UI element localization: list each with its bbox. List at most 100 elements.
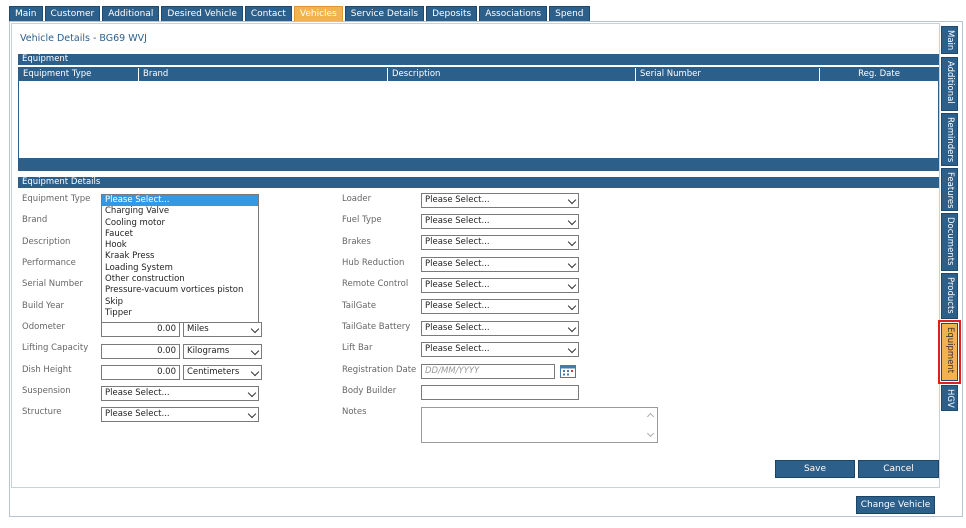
tab-associations[interactable]: Associations <box>479 6 548 21</box>
equipment-type-label: Equipment Type <box>22 194 91 204</box>
remote-control-select[interactable]: Please Select... <box>421 278 579 293</box>
fuel-type-label: Fuel Type <box>342 215 382 225</box>
notes-scrollbar[interactable] <box>645 408 657 442</box>
side-tab-hgv[interactable]: HGV <box>941 385 958 411</box>
dropdown-option[interactable]: Hook <box>102 240 258 251</box>
dish-height-unit-value: Centimeters <box>187 367 240 377</box>
save-button[interactable]: Save <box>775 460 855 478</box>
odometer-label: Odometer <box>22 322 65 332</box>
structure-select[interactable]: Please Select... <box>101 407 259 422</box>
lifting-capacity-label: Lifting Capacity <box>22 343 89 353</box>
equipment-grid-footer <box>19 158 938 170</box>
side-tab-features[interactable]: Features <box>941 168 958 211</box>
body-builder-label: Body Builder <box>342 386 397 396</box>
odometer-input[interactable]: 0.00 <box>101 322 180 337</box>
tailgate-label: TailGate <box>342 301 377 311</box>
dropdown-option[interactable]: Charging Valve <box>102 206 258 217</box>
top-tab-bar: Main Customer Additional Desired Vehicle… <box>9 6 592 21</box>
tab-desired-vehicle[interactable]: Desired Vehicle <box>161 6 243 21</box>
brakes-label: Brakes <box>342 237 371 247</box>
side-tab-documents[interactable]: Documents <box>941 213 958 271</box>
tab-main[interactable]: Main <box>9 6 43 21</box>
column-reg-date[interactable]: Reg. Date <box>820 68 938 81</box>
chevron-down-icon <box>567 280 577 290</box>
hub-reduction-value: Please Select... <box>425 259 490 269</box>
odometer-unit-select[interactable]: Miles <box>183 322 262 337</box>
tailgate-battery-label: TailGate Battery <box>342 322 411 332</box>
suspension-value: Please Select... <box>105 388 170 398</box>
body-builder-input[interactable] <box>421 385 579 400</box>
dropdown-option[interactable]: Cooling motor <box>102 218 258 229</box>
chevron-down-icon <box>247 409 257 419</box>
chevron-down-icon <box>250 346 260 356</box>
registration-date-input[interactable]: DD/MM/YYYY <box>421 364 555 379</box>
tailgate-battery-select[interactable]: Please Select... <box>421 321 579 336</box>
notes-textarea[interactable] <box>421 407 658 443</box>
dropdown-option[interactable]: Loading System <box>102 263 258 274</box>
page-title: Vehicle Details - BG69 WVJ <box>20 33 147 44</box>
equipment-type-dropdown[interactable]: Please Select... Charging Valve Cooling … <box>101 194 259 323</box>
hub-reduction-select[interactable]: Please Select... <box>421 257 579 272</box>
hub-reduction-label: Hub Reduction <box>342 258 405 268</box>
lift-bar-select[interactable]: Please Select... <box>421 342 579 357</box>
tab-additional[interactable]: Additional <box>102 6 160 21</box>
chevron-down-icon <box>567 323 577 333</box>
lift-bar-value: Please Select... <box>425 344 490 354</box>
tab-spend[interactable]: Spend <box>549 6 590 21</box>
column-serial-number[interactable]: Serial Number <box>636 68 820 81</box>
side-tab-reminders[interactable]: Reminders <box>941 113 958 166</box>
dish-height-unit-select[interactable]: Centimeters <box>183 365 262 380</box>
dropdown-option[interactable]: Please Select... <box>102 195 258 207</box>
dropdown-option[interactable]: Faucet <box>102 229 258 240</box>
tailgate-select[interactable]: Please Select... <box>421 299 579 314</box>
build-year-label: Build Year <box>22 301 65 311</box>
dropdown-option[interactable]: Other construction <box>102 274 258 285</box>
suspension-label: Suspension <box>22 386 71 396</box>
chevron-down-icon <box>250 367 260 377</box>
column-equipment-type[interactable]: Equipment Type <box>19 68 139 81</box>
brand-label: Brand <box>22 215 48 225</box>
description-label: Description <box>22 237 71 247</box>
dish-height-input[interactable]: 0.00 <box>101 365 180 380</box>
equipment-details-header: Equipment Details <box>18 177 939 188</box>
dropdown-option[interactable]: Tipper <box>102 308 258 319</box>
dropdown-option[interactable]: Skip <box>102 297 258 308</box>
column-brand[interactable]: Brand <box>139 68 388 81</box>
chevron-down-icon <box>567 195 577 205</box>
chevron-down-icon <box>567 301 577 311</box>
chevron-down-icon <box>250 324 260 334</box>
tab-customer[interactable]: Customer <box>44 6 101 21</box>
side-tab-equipment[interactable]: Equipment <box>938 320 961 384</box>
side-tab-additional[interactable]: Additional <box>941 57 958 111</box>
scroll-down-icon[interactable] <box>646 429 655 438</box>
equipment-grid-header: Equipment Type Brand Description Serial … <box>19 68 938 81</box>
side-tab-products[interactable]: Products <box>941 273 958 319</box>
brakes-select[interactable]: Please Select... <box>421 235 579 250</box>
tab-vehicles[interactable]: Vehicles <box>293 6 343 21</box>
dropdown-option[interactable]: Pressure-vacuum vortices piston <box>102 285 258 296</box>
side-tab-main[interactable]: Main <box>941 26 958 54</box>
registration-date-label: Registration Date <box>342 365 417 375</box>
brakes-value: Please Select... <box>425 237 490 247</box>
dropdown-option[interactable]: Kraak Press <box>102 251 258 262</box>
dish-height-label: Dish Height <box>22 365 72 375</box>
loader-select[interactable]: Please Select... <box>421 193 579 208</box>
fuel-type-select[interactable]: Please Select... <box>421 214 579 229</box>
notes-label: Notes <box>342 407 367 417</box>
odometer-unit-value: Miles <box>187 324 209 334</box>
lifting-capacity-unit-value: Kilograms <box>187 346 230 356</box>
suspension-select[interactable]: Please Select... <box>101 386 259 401</box>
tab-service-details[interactable]: Service Details <box>344 6 425 21</box>
cancel-button[interactable]: Cancel <box>858 460 939 478</box>
loader-value: Please Select... <box>425 195 490 205</box>
lifting-capacity-unit-select[interactable]: Kilograms <box>183 344 262 359</box>
tab-contact[interactable]: Contact <box>244 6 292 21</box>
chevron-down-icon <box>567 344 577 354</box>
column-description[interactable]: Description <box>388 68 636 81</box>
lifting-capacity-input[interactable]: 0.00 <box>101 344 180 359</box>
scroll-up-icon[interactable] <box>646 412 655 421</box>
tab-deposits[interactable]: Deposits <box>426 6 478 21</box>
structure-value: Please Select... <box>105 409 170 419</box>
calendar-icon[interactable] <box>560 365 576 378</box>
change-vehicle-button[interactable]: Change Vehicle <box>856 496 935 514</box>
